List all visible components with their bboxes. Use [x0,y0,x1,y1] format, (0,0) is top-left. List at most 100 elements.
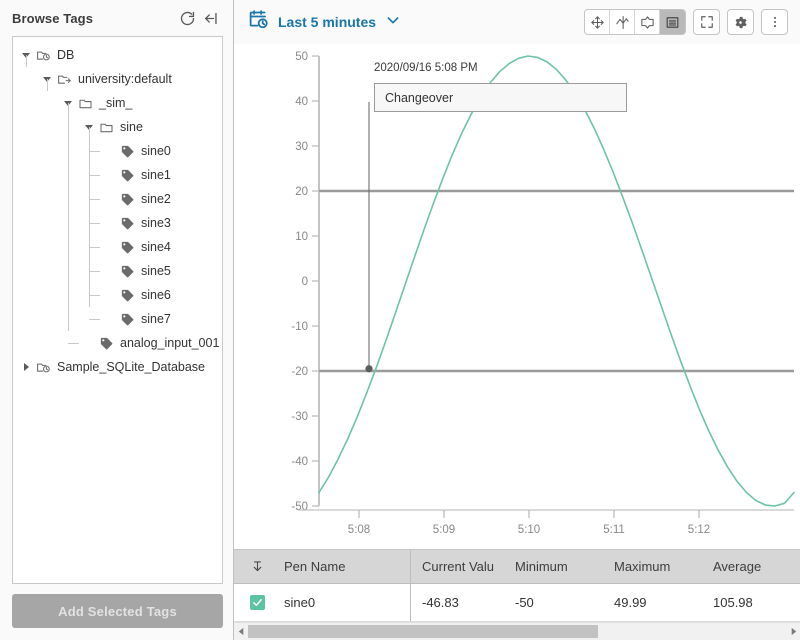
y-tick-label: 20 [295,186,308,198]
folder-icon [75,91,95,115]
add-selected-tags-button[interactable]: Add Selected Tags [12,594,223,628]
tag-icon [117,187,137,211]
tree-item-label: sine1 [137,168,171,182]
tree-item-sample-sqlite-database[interactable]: Sample_SQLite_Database [13,355,222,379]
y-axis-ticks: 50403020100-10-20-30-40-50 [291,51,319,513]
tree-item-sine0[interactable]: sine0 [13,139,222,163]
kebab-menu-icon[interactable] [761,9,788,35]
database-folder-icon [33,43,53,67]
gear-icon[interactable] [727,9,754,35]
tag-icon [117,211,137,235]
chart-toolbar: Last 5 minutes [234,0,800,44]
tree-item-label: sine6 [137,288,171,302]
collapse-panel-icon[interactable] [199,6,223,30]
table-row[interactable]: sine0 -46.83 -50 49.99 105.98 [234,584,800,622]
y-tick-label: -20 [291,366,308,378]
y-tick-label: 40 [295,96,308,108]
tree-guide-elbow [89,199,100,200]
tree-guide-elbow [89,271,100,272]
connection-folder-icon [54,67,74,91]
fullscreen-icon[interactable] [693,9,720,35]
tree-guide-elbow [89,223,100,224]
tree-item-sine1[interactable]: sine1 [13,163,222,187]
tree-indent [103,211,117,235]
series-line-sine0 [319,56,794,506]
list-mode-icon[interactable] [660,10,685,34]
table-horizontal-scrollbar[interactable] [234,622,800,640]
tree-item-sine7[interactable]: sine7 [13,307,222,331]
tree-item-db[interactable]: DB [13,43,222,67]
tree-item-sine3[interactable]: sine3 [13,211,222,235]
tree-item-label: sine [116,120,143,134]
row-checkbox-cell [234,595,280,610]
annotation-box[interactable]: Changeover [374,83,627,112]
tree-item-label: DB [53,48,74,62]
scroll-right-icon[interactable] [786,623,800,640]
tree-item-label: sine7 [137,312,171,326]
tree-item-university-default[interactable]: university:default [13,67,222,91]
tag-icon [117,235,137,259]
time-range-label: Last 5 minutes [278,14,376,30]
tree-item-label: university:default [74,72,172,86]
tree-indent [103,163,117,187]
page-title: Browse Tags [12,11,175,26]
column-header-pen-name[interactable]: Pen Name [280,559,410,574]
calendar-clock-icon [248,9,269,35]
annotation-tool-icon[interactable] [610,10,635,34]
tree-item-label: analog_input_001 [116,336,219,350]
x-tick-label: 5:08 [348,524,370,536]
y-tick-label: 30 [295,141,308,153]
tree-guide-elbow [89,175,100,176]
x-tick-label: 5:11 [603,524,625,536]
scroll-left-icon[interactable] [234,623,248,640]
column-header-maximum[interactable]: Maximum [614,559,713,574]
tree-guide-elbow [89,319,100,320]
tree-item-sine6[interactable]: sine6 [13,283,222,307]
refresh-icon[interactable] [175,6,199,30]
tree-guide-line [89,127,90,307]
x-tick-label: 5:12 [688,524,710,536]
tree-item-label: Sample_SQLite_Database [53,360,205,374]
tree-item-label: sine3 [137,216,171,230]
tag-tree-container[interactable]: DBuniversity:default _sim_sine sine0 sine1 s… [12,36,223,584]
cell-current-value: -46.83 [411,595,515,610]
database-folder-icon [33,355,53,379]
tag-browser-trend-app: Browse Tags DBuniversity:default _sim_sin… [0,0,800,640]
column-header-minimum[interactable]: Minimum [515,559,614,574]
y-tick-label: 10 [295,231,308,243]
trend-chart[interactable]: 50403020100-10-20-30-40-50 5:085:095:105… [234,44,800,549]
tree-item-sine5[interactable]: sine5 [13,259,222,283]
threshold-lines [319,191,794,371]
add-button-container: Add Selected Tags [0,584,233,640]
y-tick-label: 50 [295,51,308,63]
pen-table-header: Pen Name Current Valu Minimum Maximum Av… [234,550,800,584]
sort-descending-icon[interactable] [234,559,280,574]
tree-item-sine2[interactable]: sine2 [13,187,222,211]
scrollbar-track[interactable] [248,625,786,638]
annotation-date-label: 2020/09/16 5:08 PM [374,62,478,74]
tree-guide-elbow [89,295,100,296]
tag-icon [96,331,116,355]
tree-indent [103,259,117,283]
pan-tool-icon[interactable] [585,10,610,34]
tree-indent [103,283,117,307]
tree-item-sine[interactable]: sine [13,115,222,139]
annotation-marker-dot[interactable] [365,365,372,372]
column-header-current-value[interactable]: Current Valu [411,559,515,574]
chevron-down-icon[interactable] [385,12,401,33]
x-trace-tool-icon[interactable] [635,10,660,34]
tree-item-sine4[interactable]: sine4 [13,235,222,259]
column-header-average[interactable]: Average [713,559,799,574]
tree-guide-line [68,103,69,331]
scrollbar-thumb[interactable] [248,625,598,638]
time-range-picker[interactable]: Last 5 minutes [248,9,401,35]
trend-panel: Last 5 minutes [234,0,800,640]
tree-item--sim-[interactable]: _sim_ [13,91,222,115]
tree-item-analog-input-001[interactable]: analog_input_001 [13,331,222,355]
x-tick-label: 5:10 [518,524,540,536]
tree-twisty-collapsed[interactable] [19,355,33,379]
browse-tags-header: Browse Tags [0,0,233,36]
pen-visibility-checkbox[interactable] [250,595,265,610]
tag-tree: DBuniversity:default _sim_sine sine0 sine1 s… [13,37,222,379]
cell-maximum: 49.99 [614,595,713,610]
